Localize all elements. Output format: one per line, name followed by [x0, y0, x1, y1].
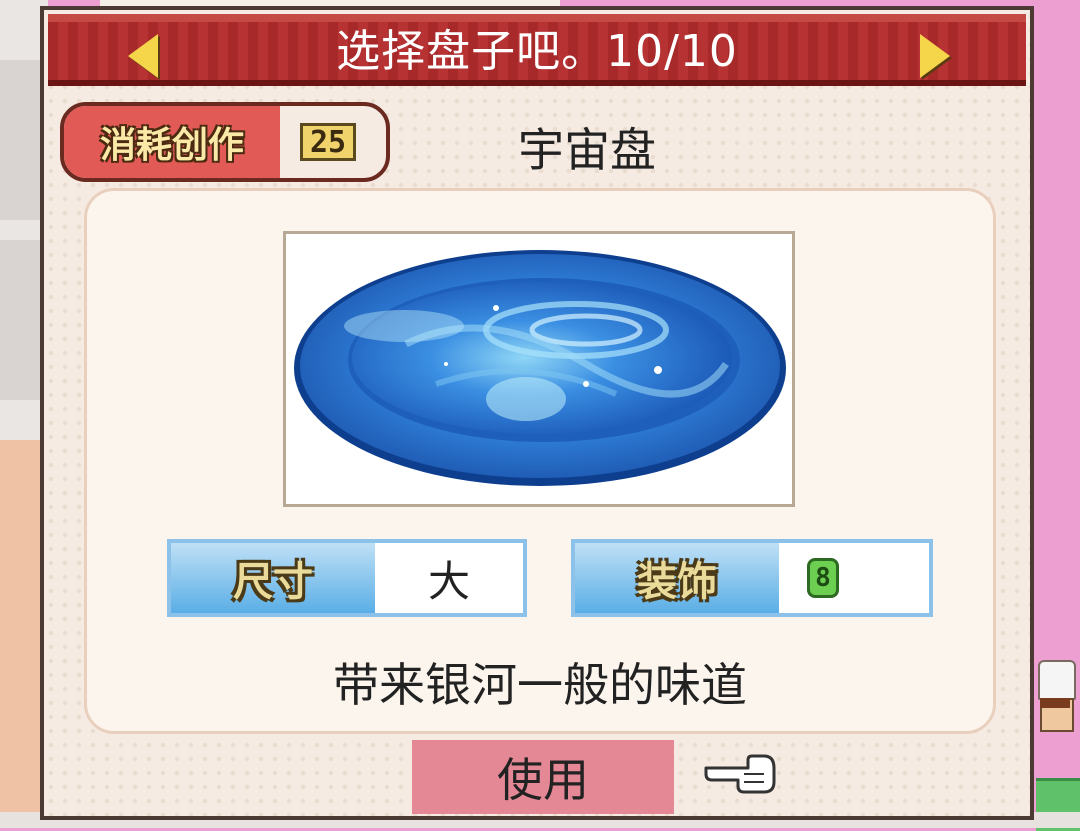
- previous-arrow-icon[interactable]: [128, 34, 158, 78]
- decoration-value-cell: 8: [779, 543, 929, 613]
- cosmic-plate-icon: [294, 250, 786, 486]
- title-bar: 选择盘子吧。10/10: [48, 14, 1026, 86]
- next-arrow-icon[interactable]: [920, 34, 950, 78]
- plate-select-dialog: 选择盘子吧。10/10 消耗创作 25 宇宙盘 尺寸 大 装饰 8 带来银河一般…: [40, 6, 1034, 820]
- cost-badge: 消耗创作 25: [60, 102, 390, 182]
- decoration-stat: 装饰 8: [571, 539, 933, 617]
- cost-value: 25: [300, 123, 356, 161]
- plate-image-frame: [283, 231, 795, 507]
- plate-detail-panel: 尺寸 大 装饰 8 带来银河一般的味道: [84, 188, 996, 734]
- size-label: 尺寸: [171, 543, 375, 613]
- cost-label: 消耗创作: [64, 106, 280, 178]
- dish-name: 宇宙盘: [518, 123, 656, 177]
- decoration-label: 装饰: [575, 543, 779, 613]
- size-value: 大: [427, 556, 470, 606]
- decoration-value: 8: [807, 558, 839, 598]
- use-button[interactable]: 使用: [412, 740, 674, 814]
- chef-character-icon: [1034, 660, 1080, 750]
- dialog-title: 选择盘子吧。10/10: [336, 26, 738, 77]
- pointing-hand-icon: [704, 754, 776, 794]
- size-stat: 尺寸 大: [167, 539, 527, 617]
- plate-description: 带来银河一般的味道: [333, 658, 747, 712]
